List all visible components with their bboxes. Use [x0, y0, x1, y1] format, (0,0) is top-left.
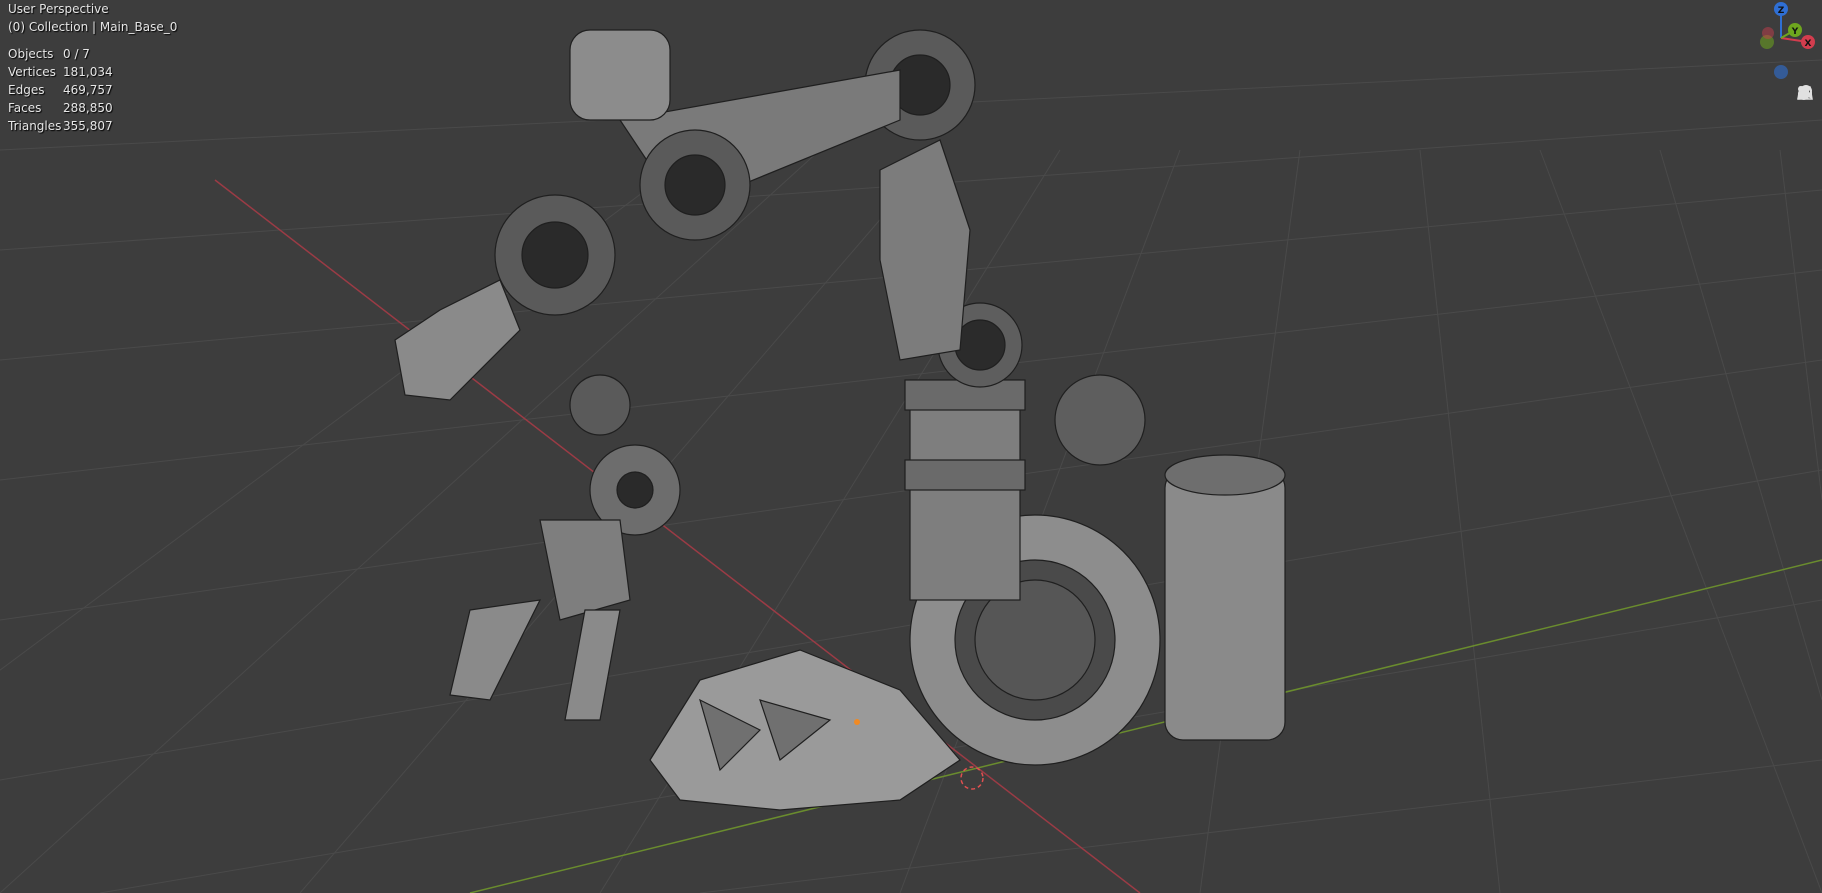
gizmo-neg-x-ball[interactable] — [1762, 27, 1774, 39]
stat-row: Vertices 181,034 — [8, 63, 113, 81]
elbow-joint-back — [1054, 374, 1146, 466]
gripper-body — [539, 519, 631, 621]
viewport-canvas[interactable] — [0, 0, 1822, 893]
stat-label: Faces — [8, 101, 42, 115]
3d-viewport[interactable]: User Perspective (0) Collection | Main_B… — [0, 0, 1822, 893]
pan-button[interactable] — [1796, 86, 1822, 141]
stat-label: Vertices — [8, 65, 56, 79]
robot-arm-mesh[interactable] — [394, 29, 1286, 811]
gizmo-y-label: Y — [1791, 27, 1799, 37]
stat-row: Faces 288,850 — [8, 99, 113, 117]
stat-value: 288,850 — [63, 101, 113, 115]
collection-line: (0) Collection | Main_Base_0 — [8, 20, 178, 34]
stat-row: Objects 0 / 7 — [8, 45, 113, 63]
grid-icon — [1797, 86, 1813, 100]
origin-point — [854, 719, 860, 725]
upper-arm — [879, 139, 971, 361]
navigation-gizmo[interactable]: Z Y X — [1740, 0, 1822, 82]
stat-value: 181,034 — [63, 65, 113, 79]
navigation-tools — [1796, 84, 1822, 208]
stat-label: Edges — [8, 83, 45, 97]
stat-label: Triangles — [8, 119, 62, 133]
stat-row: Triangles 355,807 — [8, 117, 113, 135]
gripper-finger-right — [564, 609, 621, 721]
stat-label: Objects — [8, 47, 54, 61]
gripper-finger-left — [449, 599, 542, 701]
side-cylinder — [1164, 469, 1286, 741]
gizmo-neg-z-ball[interactable] — [1774, 65, 1788, 79]
stat-row: Edges 469,757 — [8, 81, 113, 99]
viewport-header-text: User Perspective (0) Collection | Main_B… — [8, 0, 177, 36]
scene-statistics: Objects 0 / 7 Vertices 181,034 Edges 469… — [8, 45, 113, 135]
orthographic-toggle-button[interactable] — [1796, 86, 1822, 203]
top-cylinder — [569, 29, 671, 121]
stat-value: 469,757 — [63, 83, 113, 97]
stat-value: 0 / 7 — [63, 47, 90, 61]
hand-joint — [569, 374, 631, 436]
gizmo-z-label: Z — [1778, 6, 1785, 16]
wrist-head — [394, 279, 521, 401]
camera-button[interactable] — [1796, 86, 1822, 172]
stat-value: 355,807 — [63, 119, 113, 133]
view-name: User Perspective — [8, 2, 109, 16]
gizmo-x-label: X — [1805, 39, 1812, 49]
